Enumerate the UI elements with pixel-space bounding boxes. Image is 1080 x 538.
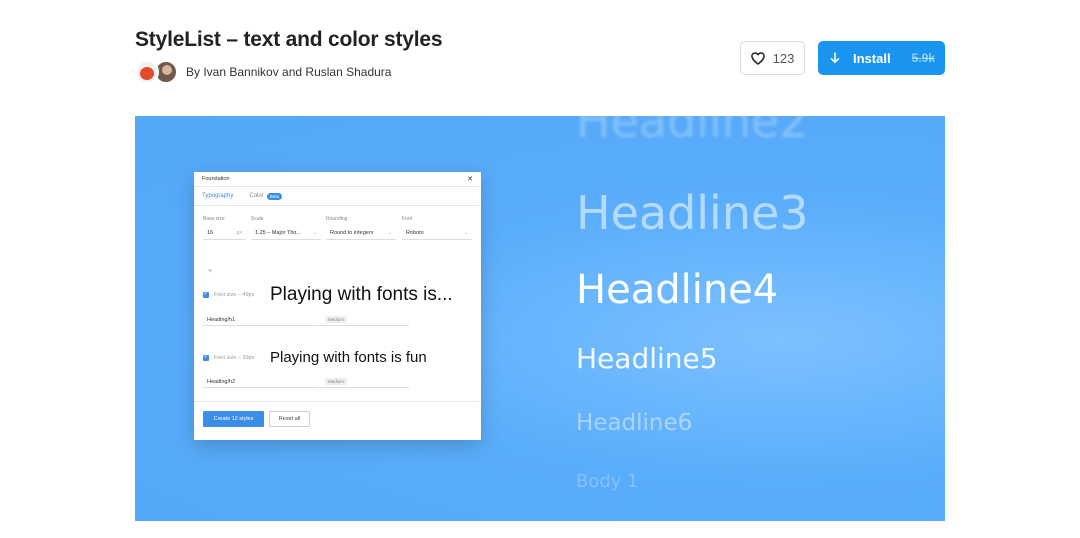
rounding-label: Rounding: [326, 216, 348, 222]
install-count: 5.9k: [911, 51, 935, 65]
weight-select: Medium: [319, 376, 409, 388]
unit-label: px: [236, 230, 242, 236]
reset-all-button: Reset all: [269, 411, 310, 427]
tab-color: Color Beta: [249, 192, 282, 200]
install-button[interactable]: Install 5.9k: [818, 41, 945, 75]
byline-text[interactable]: By Ivan Bannikov and Ruslan Shadura: [186, 65, 391, 79]
font-size-label: Font size – 49px: [214, 292, 255, 298]
font-value: Roboto: [406, 230, 424, 236]
hero-image: Headline2 Headline3 Headline4 Headline5 …: [135, 116, 945, 521]
style-name-value: Heading/h1: [207, 316, 236, 323]
checkbox-icon: [203, 353, 209, 361]
font-select: Roboto ⌄: [402, 227, 472, 240]
tab-color-label: Color: [249, 193, 264, 199]
modal-title: Foundation: [202, 176, 230, 182]
style-name-field: Heading/h2: [203, 376, 318, 388]
base-size-value: 16: [207, 230, 214, 236]
plugin-modal-preview: Foundation ✕ Typography Color Beta Base …: [194, 172, 481, 440]
like-count: 123: [772, 50, 795, 66]
chevron-down-icon: ⌄: [387, 230, 392, 236]
close-icon: ✕: [467, 176, 473, 183]
checkbox-icon: [203, 290, 209, 298]
scale-label: Scale: [251, 216, 264, 222]
weight-chip: Medium: [325, 316, 348, 323]
headline3-text: Headline3: [576, 186, 809, 240]
rounding-select: Round to integers ⌄: [326, 227, 396, 240]
font-size-label: Font size – 39px: [214, 355, 255, 361]
font-preview: Playing with fonts is fun: [270, 349, 427, 366]
chevron-down-icon: ⌄: [463, 230, 468, 236]
tab-typography: Typography: [202, 193, 234, 199]
base-size-field: 16 px: [203, 227, 246, 240]
modal-footer: Create 12 styles Reset all: [194, 401, 481, 440]
headline6-text: Headline6: [576, 410, 693, 436]
headline4-text: Headline4: [576, 267, 779, 313]
style-name-field: Heading/h1: [203, 314, 318, 326]
plus-icon: +: [208, 268, 213, 275]
style-name-value: Heading/h2: [207, 378, 236, 385]
plugin-title: StyleList – text and color styles: [135, 28, 443, 51]
headline5-text: Headline5: [576, 342, 718, 375]
headline2-text: Headline2: [576, 116, 809, 148]
heart-icon: [750, 51, 765, 65]
settings-labels: Base size Scale Rounding Font: [203, 216, 473, 224]
authors: By Ivan Bannikov and Ruslan Shadura: [135, 60, 391, 84]
modal-tabs: Typography Color Beta: [194, 187, 481, 206]
like-button[interactable]: 123: [740, 41, 805, 75]
body1-text: Body 1: [576, 471, 639, 492]
chevron-down-icon: ⌄: [312, 230, 317, 236]
font-preview: Playing with fonts is...: [270, 284, 453, 305]
download-arrow-icon: [830, 52, 840, 64]
scale-select: 1.25 – Major Thir... ⌄: [251, 227, 321, 240]
weight-select: Medium: [319, 314, 409, 326]
modal-header: Foundation ✕: [194, 172, 481, 187]
avatar[interactable]: [135, 60, 159, 84]
create-styles-button: Create 12 styles: [203, 411, 264, 427]
weight-chip: Medium: [325, 378, 348, 385]
font-label: Font: [402, 216, 413, 222]
beta-badge: Beta: [266, 192, 282, 200]
rounding-value: Round to integers: [330, 230, 374, 236]
base-size-label: Base size: [203, 216, 225, 222]
scale-value: 1.25 – Major Thir...: [255, 230, 301, 236]
install-label: Install: [853, 50, 891, 66]
